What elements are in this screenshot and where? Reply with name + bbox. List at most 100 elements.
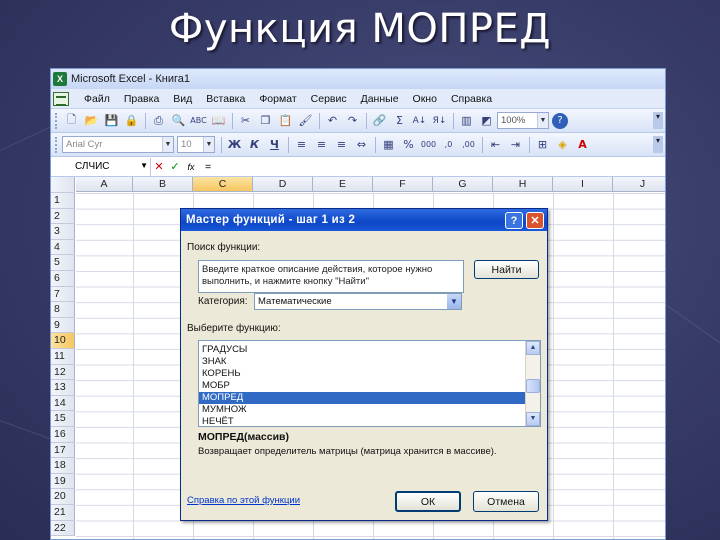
menu-data[interactable]: Данные (354, 93, 406, 105)
font-name-combo[interactable]: Arial Cyr ▼ (62, 136, 174, 153)
chevron-down-icon[interactable]: ▼ (162, 137, 173, 152)
row-header[interactable]: 6 (51, 271, 75, 287)
ok-button[interactable]: ОК (395, 491, 461, 512)
zoom-combo[interactable]: 100% ▼ (497, 112, 549, 129)
cut-icon[interactable]: ✂ (236, 112, 255, 130)
chevron-down-icon[interactable]: ▼ (537, 113, 548, 128)
dialog-close-button[interactable]: ✕ (526, 212, 544, 229)
chevron-down-icon[interactable]: ▼ (140, 161, 148, 170)
row-header[interactable]: 15 (51, 411, 75, 427)
row-header[interactable]: 11 (51, 349, 75, 365)
insert-function-icon[interactable]: fx (184, 162, 198, 172)
increase-decimal-icon[interactable]: ,0 (439, 136, 458, 154)
row-header[interactable]: 18 (51, 458, 75, 474)
borders-icon[interactable]: ⊞ (533, 136, 552, 154)
menu-help[interactable]: Справка (444, 93, 499, 105)
print-icon[interactable]: ⎙ (149, 112, 168, 130)
fill-color-icon[interactable]: ◈ (553, 136, 572, 154)
row-header[interactable]: 13 (51, 380, 75, 396)
row-header[interactable]: 2 (51, 208, 75, 225)
dialog-help-button[interactable]: ? (505, 212, 523, 229)
menu-format[interactable]: Формат (252, 93, 303, 105)
column-header[interactable]: A (76, 177, 133, 192)
undo-icon[interactable]: ↶ (323, 112, 342, 130)
font-color-icon[interactable]: A (573, 136, 592, 154)
align-left-icon[interactable]: ≡ (292, 136, 311, 154)
window-titlebar[interactable]: X Microsoft Excel - Книга1 (51, 69, 665, 89)
list-item[interactable]: МУМНОЖ (199, 404, 525, 416)
scroll-thumb[interactable] (526, 379, 540, 393)
bold-button[interactable]: Ж (225, 136, 244, 154)
row-header[interactable]: 7 (51, 286, 75, 303)
increase-indent-icon[interactable]: ⇥ (506, 136, 525, 154)
row-header[interactable]: 8 (51, 302, 75, 318)
thousands-button[interactable]: 000 (419, 136, 438, 154)
toolbar-grip[interactable] (55, 112, 58, 129)
chevron-down-icon[interactable]: ▼ (203, 137, 214, 152)
row-header[interactable]: 4 (51, 239, 75, 256)
toolbar-options-icon[interactable]: ▾ (653, 112, 663, 129)
select-all-corner[interactable] (51, 177, 75, 193)
print-preview-icon[interactable]: 🔍 (169, 112, 188, 130)
font-size-combo[interactable]: 10 ▼ (177, 136, 215, 153)
row-header[interactable]: 14 (51, 395, 75, 412)
column-header[interactable]: H (493, 177, 553, 192)
function-list[interactable]: ГРАДУСЫ ЗНАК КОРЕНЬ МОБР МОПРЕД МУМНОЖ Н… (198, 340, 541, 427)
align-right-icon[interactable]: ≡ (332, 136, 351, 154)
enter-icon[interactable]: ✓ (168, 160, 182, 173)
menu-file[interactable]: Файл (77, 93, 117, 105)
scroll-up-icon[interactable]: ▲ (526, 341, 540, 355)
drawing-icon[interactable]: ◩ (477, 112, 496, 130)
align-center-icon[interactable]: ≡ (312, 136, 331, 154)
column-header[interactable]: G (433, 177, 493, 192)
row-header[interactable]: 19 (51, 473, 75, 490)
toolbar-options-icon[interactable]: ▾ (653, 136, 663, 153)
row-header[interactable]: 17 (51, 442, 75, 459)
chart-wizard-icon[interactable]: ▥ (457, 112, 476, 130)
research-icon[interactable]: 📖 (209, 112, 228, 130)
toolbar-grip[interactable] (55, 136, 58, 153)
percent-button[interactable]: % (399, 136, 418, 154)
decrease-decimal-icon[interactable]: ,00 (459, 136, 478, 154)
chevron-down-icon[interactable]: ▼ (447, 294, 461, 309)
italic-button[interactable]: К (245, 136, 264, 154)
column-header[interactable]: J (613, 177, 665, 192)
list-scrollbar[interactable]: ▲ ▼ (525, 341, 540, 426)
row-header[interactable]: 10 (51, 333, 75, 349)
underline-button[interactable]: Ч (265, 136, 284, 154)
list-item[interactable]: МОБР (199, 380, 525, 392)
cancel-icon[interactable]: ✕ (152, 160, 166, 173)
spelling-icon[interactable]: ABC (189, 112, 208, 130)
decrease-indent-icon[interactable]: ⇤ (486, 136, 505, 154)
menu-window[interactable]: Окно (406, 93, 444, 105)
hyperlink-icon[interactable]: 🔗 (370, 112, 389, 130)
find-button[interactable]: Найти (474, 260, 539, 279)
row-header[interactable]: 22 (51, 520, 75, 537)
column-header[interactable]: E (313, 177, 373, 192)
row-header[interactable]: 21 (51, 505, 75, 521)
function-help-link[interactable]: Справка по этой функции (187, 495, 300, 506)
row-header[interactable]: 3 (51, 224, 75, 240)
paste-icon[interactable]: 📋 (276, 112, 295, 130)
dialog-titlebar[interactable]: Мастер функций - шаг 1 из 2 (181, 209, 547, 231)
row-header[interactable]: 5 (51, 255, 75, 271)
save-icon[interactable]: 💾 (102, 112, 121, 130)
cancel-button[interactable]: Отмена (473, 491, 539, 512)
merge-center-icon[interactable]: ⇔ (352, 136, 371, 154)
menu-view[interactable]: Вид (166, 93, 199, 105)
row-header[interactable]: 16 (51, 427, 75, 443)
list-item[interactable]: НЕЧЁТ (199, 416, 525, 428)
menu-insert[interactable]: Вставка (199, 93, 252, 105)
menu-edit[interactable]: Правка (117, 93, 166, 105)
column-header[interactable]: D (253, 177, 313, 192)
category-select[interactable]: Математические ▼ (254, 293, 462, 310)
redo-icon[interactable]: ↷ (343, 112, 362, 130)
row-header[interactable]: 1 (51, 193, 75, 209)
sort-descending-icon[interactable]: Я↓ (430, 112, 449, 130)
name-box[interactable]: СЛЧИС ▼ (51, 157, 151, 176)
list-item[interactable]: ЗНАК (199, 356, 525, 368)
list-item[interactable]: ГРАДУСЫ (199, 344, 525, 356)
help-icon[interactable]: ? (552, 112, 568, 129)
formula-input[interactable]: = (205, 161, 211, 173)
workbook-icon[interactable] (53, 91, 69, 106)
